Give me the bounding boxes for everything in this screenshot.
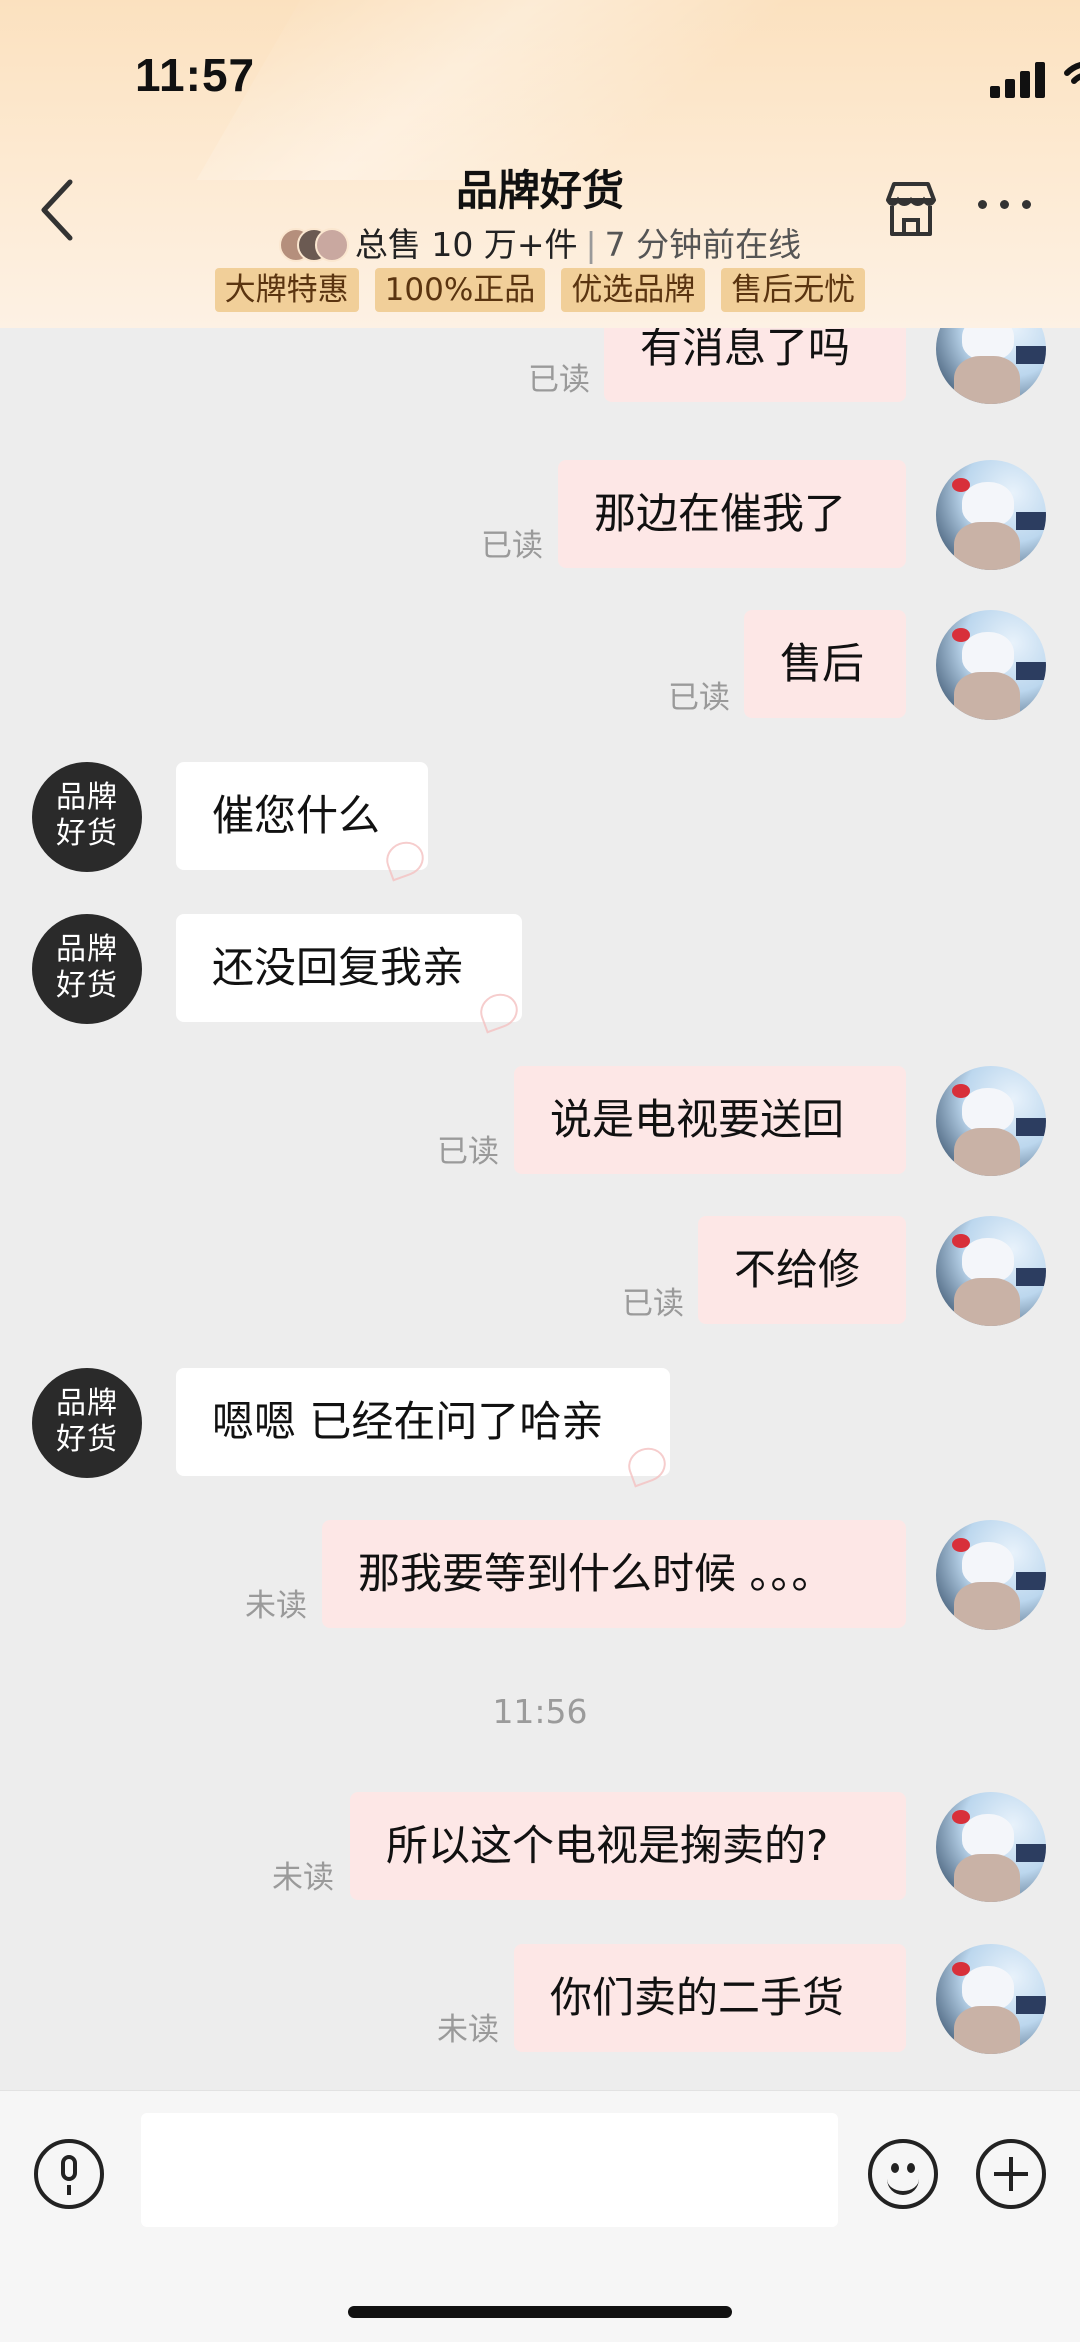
message-bubble[interactable]: 催您什么: [176, 762, 428, 870]
store-icon[interactable]: [880, 178, 942, 240]
user-avatar[interactable]: [936, 1066, 1046, 1176]
message-bubble[interactable]: 嗯嗯 已经在问了哈亲: [176, 1368, 670, 1476]
read-status: 已读: [622, 1286, 684, 1322]
buyer-avatars: [278, 228, 349, 262]
message-bubble[interactable]: 有消息了吗: [604, 328, 906, 402]
message-bubble[interactable]: 那边在催我了: [558, 460, 906, 568]
tag: 100%正品: [374, 268, 546, 312]
message-bubble[interactable]: 还没回复我亲: [176, 914, 522, 1022]
more-icon[interactable]: [978, 200, 1032, 214]
user-avatar[interactable]: [936, 1792, 1046, 1902]
user-avatar[interactable]: [936, 328, 1046, 404]
message-timestamp: 11:56: [492, 1692, 588, 1731]
online-status: 7 分钟前在线: [604, 225, 802, 264]
sales-count: 总售 10 万+件: [354, 225, 578, 264]
chat-header: 11:57 品牌好货 总售 10 万+件 | 7 分钟前在线 大牌特惠 100%正品优…: [0, 0, 1080, 328]
emoji-icon[interactable]: [868, 2139, 938, 2209]
message-bubble[interactable]: 说是电视要送回: [514, 1066, 906, 1174]
user-avatar[interactable]: [936, 610, 1046, 720]
message-bubble[interactable]: 所以这个电视是掬卖的?: [350, 1792, 906, 1900]
user-avatar[interactable]: [936, 1520, 1046, 1630]
message-bubble[interactable]: 那我要等到什么时候 。。。: [322, 1520, 906, 1628]
shop-tags: 大牌特惠 100%正品 优选品牌 售后无忧: [0, 268, 1080, 312]
message-bubble[interactable]: 不给修: [698, 1216, 906, 1324]
shop-avatar[interactable]: 品牌 好货: [32, 1368, 142, 1478]
read-status: 已读: [528, 362, 590, 398]
microphone-icon[interactable]: [34, 2139, 104, 2209]
read-status: 未读: [272, 1860, 334, 1896]
read-status: 已读: [668, 680, 730, 716]
message-bubble[interactable]: 你们卖的二手货: [514, 1944, 906, 2052]
read-status: 已读: [437, 1134, 499, 1170]
user-avatar[interactable]: [936, 1944, 1046, 2054]
status-time: 11:57: [135, 49, 256, 101]
read-status: 未读: [437, 2012, 499, 2048]
header-sheen: [196, 0, 844, 180]
input-bar: [0, 2090, 1080, 2342]
user-avatar[interactable]: [936, 1216, 1046, 1326]
shop-avatar[interactable]: 品牌 好货: [32, 762, 142, 872]
shop-avatar[interactable]: 品牌 好货: [32, 914, 142, 1024]
plus-icon[interactable]: [976, 2139, 1046, 2209]
home-indicator[interactable]: [348, 2306, 732, 2318]
tag: 售后无忧: [721, 268, 866, 312]
read-status: 已读: [481, 528, 543, 564]
signal-icon: [990, 60, 1048, 98]
tag: 优选品牌: [561, 268, 706, 312]
message-bubble[interactable]: 售后: [744, 610, 906, 718]
user-avatar[interactable]: [936, 460, 1046, 570]
wifi-icon: [1064, 62, 1080, 84]
message-input[interactable]: [141, 2113, 838, 2227]
message-list[interactable]: 已读 有消息了吗 已读 那边在催我了 已读 售后 品牌 好货 催您什么 品牌 好货 …: [0, 328, 1080, 2090]
read-status: 未读: [245, 1588, 307, 1624]
tag: 大牌特惠: [214, 268, 359, 312]
